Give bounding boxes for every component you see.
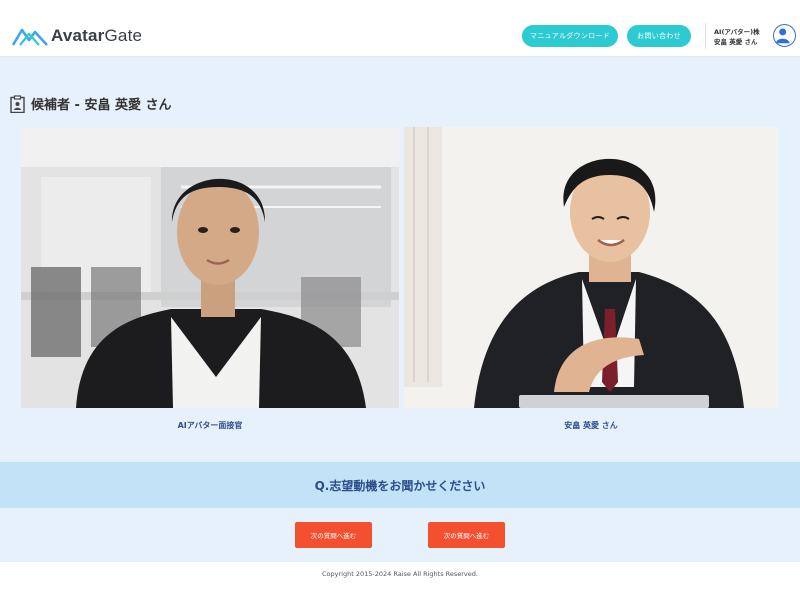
question-text: Q.志望動機をお聞かせください [314,478,486,493]
contact-button[interactable]: お問い合わせ [627,25,691,47]
header-divider [705,23,706,49]
clipboard-icon [10,94,25,113]
user-name: 安畠 英愛 さん [714,38,758,46]
user-avatar-icon[interactable] [773,24,796,47]
mountain-logo-icon [12,28,48,46]
candidate-label: 安畠 英愛 さん [564,421,618,430]
interviewer-label: AIアバター面接官 [177,421,243,430]
page-title: 候補者 - 安畠 英愛 さん [31,98,172,113]
user-info: AI(アバター)株 安畠 英愛 さん [714,27,760,47]
manual-download-button[interactable]: マニュアルダウンロード [522,25,618,47]
candidate-video [404,127,778,408]
question-bar: Q.志望動機をお聞かせください [0,462,800,508]
header: AvatarGate マニュアルダウンロード お問い合わせ AI(アバター)株 … [0,0,800,57]
next-question-button-1[interactable]: 次の質問へ進む [295,522,372,548]
company-name: AI(アバター)株 [714,28,760,36]
logo[interactable]: AvatarGate [12,24,142,48]
next-question-button-2[interactable]: 次の質問へ進む [428,522,505,548]
interviewer-video [21,127,399,408]
candidate-title: 候補者 - 安畠 英愛 さん [10,94,172,113]
footer [0,562,800,600]
logo-text: AvatarGate [51,26,143,45]
copyright-text: Copyright 2015-2024 Raise All Rights Res… [322,570,478,578]
